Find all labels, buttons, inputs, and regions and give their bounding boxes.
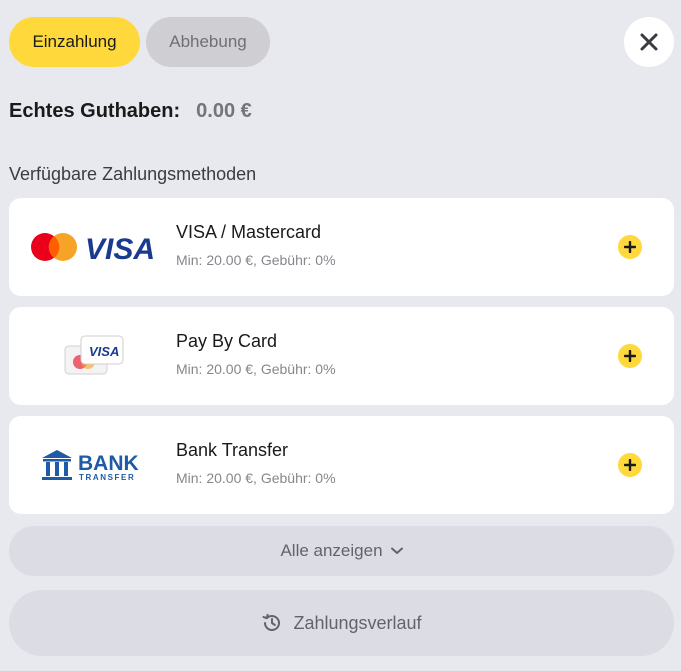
tab-withdraw[interactable]: Abhebung — [146, 17, 270, 67]
payment-history-button[interactable]: Zahlungsverlauf — [9, 590, 674, 656]
method-name: Pay By Card — [176, 331, 278, 351]
show-all-label: Alle anzeigen — [280, 541, 383, 560]
bank-transfer-logo: BANK TRANSFER — [25, 416, 165, 514]
history-icon — [262, 613, 281, 631]
visa-mastercard-logo: VISA — [25, 198, 165, 296]
visa-logo-text: VISA — [89, 344, 119, 359]
method-meta: Min: 20.00 €, Gebühr: 0% — [176, 470, 336, 486]
balance-label: Echtes Guthaben: — [9, 100, 181, 122]
add-icon[interactable] — [618, 453, 642, 477]
method-name: VISA / Mastercard — [176, 222, 322, 242]
visa-logo-text: VISA — [85, 233, 155, 265]
close-icon — [640, 33, 658, 51]
balance: Echtes Guthaben: 0.00 € — [9, 100, 252, 123]
pay-by-card-logo: VISA — [25, 307, 165, 405]
chevron-down-icon — [390, 547, 403, 554]
add-icon[interactable] — [618, 235, 642, 259]
show-all-button[interactable]: Alle anzeigen — [9, 526, 674, 576]
deposit-withdraw-tabs: Einzahlung Abhebung — [9, 17, 270, 67]
tab-withdraw-label: Abhebung — [169, 32, 247, 51]
method-meta: Min: 20.00 €, Gebühr: 0% — [176, 252, 336, 268]
payment-method-visa-mastercard[interactable]: VISA VISA / Mastercard Min: 20.00 €, Geb… — [9, 198, 674, 296]
method-meta: Min: 20.00 €, Gebühr: 0% — [176, 361, 336, 377]
tab-deposit[interactable]: Einzahlung — [9, 17, 140, 67]
add-icon[interactable] — [618, 344, 642, 368]
tab-deposit-label: Einzahlung — [32, 32, 117, 51]
section-title: Verfügbare Zahlungsmethoden — [9, 164, 257, 184]
bank-logo-text: BANK — [78, 452, 139, 475]
payment-method-pay-by-card[interactable]: VISA Pay By Card Min: 20.00 €, Gebühr: 0… — [9, 307, 674, 405]
payment-method-bank-transfer[interactable]: BANK TRANSFER Bank Transfer Min: 20.00 €… — [9, 416, 674, 514]
close-button[interactable] — [624, 17, 674, 67]
payment-history-label: Zahlungsverlauf — [293, 612, 422, 633]
bank-logo-subtext: TRANSFER — [79, 473, 135, 482]
method-name: Bank Transfer — [176, 440, 289, 460]
balance-value: 0.00 € — [196, 100, 252, 122]
